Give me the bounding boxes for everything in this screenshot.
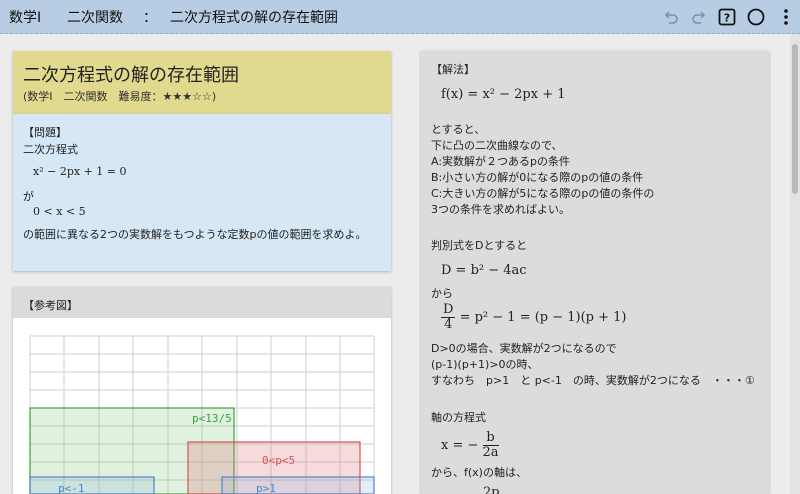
help-icon[interactable]: ?: [717, 7, 737, 27]
solution-text-8: すなわち p>1 と p<-1 の時、実数解が2つになる ・・・①: [431, 374, 755, 387]
solution-card: 【解法】 f(x) = x² − 2px + 1 とすると、 下に凸の二次曲線な…: [421, 51, 769, 494]
redo-icon[interactable]: [689, 7, 709, 27]
figure-heading: 【参考図】: [23, 299, 78, 312]
label-green: p<13/5: [192, 412, 232, 425]
problem-text-2: が: [23, 190, 34, 203]
top-bar: 数学Ⅰ 二次関数 ： 二次方程式の解の存在範囲 ?: [0, 0, 800, 34]
solution-text-6: D>0の場合、実数解が2つになるので: [431, 342, 617, 355]
axis-formula: x = − b 2a: [441, 430, 499, 460]
problem-text-3: の範囲に異なる2つの実数解をもつような定数pの値の範囲を求めよ。: [23, 228, 367, 241]
solution-text-2: 下に凸の二次曲線なので、: [431, 139, 563, 152]
solution-text-1: とすると、: [431, 123, 486, 136]
discriminant-quarter: D4 = p² − 1 = (p − 1)(p + 1): [441, 302, 627, 332]
problem-subtitle: (数学Ⅰ 二次関数 難易度：★★★☆☆): [23, 90, 217, 103]
problem-title: 二次方程式の解の存在範囲: [23, 65, 239, 86]
problem-equation: x² − 2px + 1 = 0: [33, 165, 127, 178]
problem-range: 0 < x < 5: [33, 205, 86, 218]
figure-card: 【参考図】 p<13/5 0<p<5 p<-1 p>1: [13, 287, 391, 494]
label-blue-left: p<-1: [58, 482, 85, 494]
solution-text-10: から、f(x)の軸は、: [431, 466, 527, 479]
label-red: 0<p<5: [262, 454, 295, 467]
region-blue-right: [221, 476, 375, 494]
condition-c: C:大きい方の解が5になる際のpの値の条件の: [431, 187, 655, 200]
problem-text-1: 二次方程式: [23, 143, 78, 156]
breadcrumb-unit[interactable]: 二次関数: [67, 7, 123, 27]
title-card: 二次方程式の解の存在範囲 (数学Ⅰ 二次関数 難易度：★★★☆☆): [13, 51, 391, 114]
axis-result-partial: 2p: [483, 485, 500, 494]
condition-a: A:実数解が２つあるpの条件: [431, 155, 571, 168]
discriminant-formula: D = b² − 4ac: [441, 263, 527, 278]
condition-b: B:小さい方の解が0になる際のpの値の条件: [431, 171, 644, 184]
problem-heading: 【問題】: [23, 126, 67, 139]
function-definition: f(x) = x² − 2px + 1: [441, 87, 566, 102]
breadcrumb-separator: ：: [143, 10, 157, 26]
vertical-scrollbar[interactable]: [790, 34, 800, 494]
region-blue-left: [29, 476, 155, 494]
solution-text-4: 判別式をDとすると: [431, 239, 528, 252]
circle-icon[interactable]: [746, 7, 766, 27]
solution-text-5: から: [431, 287, 453, 300]
scrollbar-thumb[interactable]: [792, 44, 798, 194]
svg-text:?: ?: [724, 12, 730, 25]
page-title: 二次方程式の解の存在範囲: [170, 10, 338, 26]
solution-text-9: 軸の方程式: [431, 411, 486, 424]
solution-text-3: 3つの条件を求めればよい。: [431, 203, 570, 216]
solution-text-7: (p-1)(p+1)>0の時、: [431, 358, 539, 371]
more-icon[interactable]: [776, 7, 796, 27]
solution-heading: 【解法】: [431, 63, 475, 76]
label-blue-right: p>1: [256, 482, 276, 494]
problem-card: 【問題】 二次方程式 x² − 2px + 1 = 0 が 0 < x < 5 …: [13, 114, 391, 271]
reference-figure: p<13/5 0<p<5 p<-1 p>1: [13, 318, 391, 494]
breadcrumb-subject[interactable]: 数学Ⅰ: [9, 7, 41, 27]
undo-icon[interactable]: [661, 7, 681, 27]
